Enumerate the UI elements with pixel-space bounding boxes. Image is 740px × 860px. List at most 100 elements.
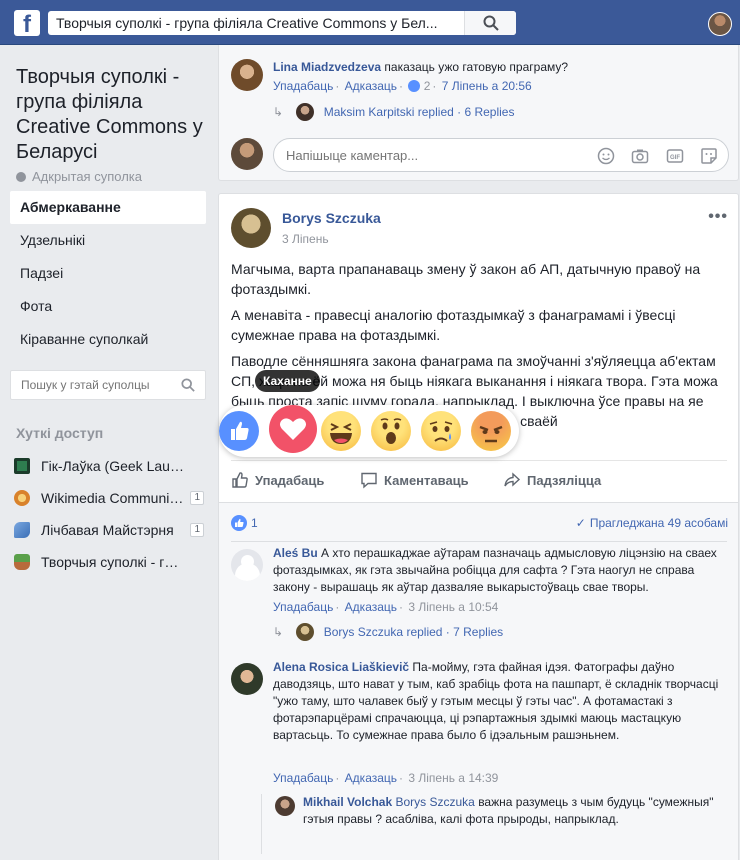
post-author[interactable]: Borys Szczuka: [282, 210, 381, 226]
group-title[interactable]: Творчыя суполкі - група філіяла Creative…: [16, 65, 212, 165]
quick-item-label: Лічбавая Майстэрня: [41, 522, 174, 538]
replies-link-label: Borys Szczuka replied · 7 Replies: [323, 625, 504, 639]
comment-author[interactable]: Alena Rosica Liaškievič: [273, 660, 409, 674]
share-button[interactable]: Падзяліцца: [503, 471, 601, 489]
like-button[interactable]: Упадабаць: [231, 471, 324, 489]
post-paragraph: Магчыма, варта прапанаваць змену ў закон…: [231, 261, 701, 297]
comment-composer: GIF: [273, 138, 729, 172]
reply-comment: Mikhail Volchak Borys Szczuka важна разу…: [303, 794, 723, 828]
camera-icon[interactable]: [631, 147, 649, 170]
group-icon: [14, 490, 30, 506]
comment-author[interactable]: Lina Miadzvedzeva: [273, 60, 381, 74]
search-button[interactable]: [464, 11, 516, 35]
quick-item-digital-workshop[interactable]: Лічбавая Майстэрня 1: [14, 514, 208, 546]
replies-link-label: Maksim Karpitski replied · 6 Replies: [323, 105, 515, 119]
group-icon: [14, 522, 30, 538]
share-icon: [504, 472, 521, 487]
emoji-icon[interactable]: [597, 147, 615, 170]
nav-members[interactable]: Удзельнікі: [10, 224, 206, 257]
avatar: [296, 103, 315, 121]
facebook-logo[interactable]: f: [14, 10, 40, 36]
nav-photos[interactable]: Фота: [10, 290, 206, 323]
comment-text: А хто перашкаджае аўтарам пазначаць адмы…: [273, 546, 717, 594]
comment-meta: Упадабаць · Адказаць · 2 · 7 Ліпень а 20:56: [273, 79, 532, 93]
nav-manage-group[interactable]: Кіраванне суполкай: [10, 323, 206, 356]
search-icon[interactable]: [181, 378, 195, 392]
haha-reaction-icon[interactable]: [321, 411, 361, 451]
avatar[interactable]: [275, 796, 295, 816]
user-avatar[interactable]: [708, 12, 732, 36]
replies-link[interactable]: ↳ Borys Szczuka replied · 7 Replies: [273, 623, 503, 641]
svg-text:GIF: GIF: [670, 155, 680, 161]
composer-icons: GIF: [585, 147, 718, 170]
like-badge-icon: [408, 80, 421, 92]
search-input[interactable]: [48, 11, 468, 35]
nav-events[interactable]: Падзеі: [10, 257, 206, 290]
left-sidebar: Творчыя суполкі - група філіяла Creative…: [0, 45, 218, 860]
group-type-label: Адкрытая суполка: [32, 169, 142, 184]
reaction-summary[interactable]: 1: [231, 515, 258, 531]
wow-reaction-icon[interactable]: [371, 411, 411, 451]
comment-time[interactable]: 7 Ліпень а 20:56: [442, 79, 532, 93]
comment-author[interactable]: Aleś Bu: [273, 546, 318, 560]
quick-item-label: Творчыя суполкі - гру…: [41, 554, 185, 570]
quick-item-creative-groups[interactable]: Творчыя суполкі - гру…: [14, 546, 208, 578]
angry-reaction-icon[interactable]: [471, 411, 511, 451]
comment-input[interactable]: [286, 139, 586, 171]
group-search: [10, 370, 206, 400]
reply-arrow-icon: ↳: [273, 625, 284, 639]
comment-button[interactable]: Каментаваць: [360, 471, 469, 489]
post-paragraph: А менавіта - правесці аналогію фотаздымк…: [231, 307, 676, 343]
sticker-icon[interactable]: [700, 147, 718, 170]
sad-reaction-icon[interactable]: [421, 411, 461, 451]
comment-meta: Упадабаць · Адказаць · 3 Ліпень а 14:39: [273, 771, 499, 785]
thumbs-up-icon: [232, 472, 248, 488]
avatar[interactable]: [231, 208, 271, 248]
comment-time[interactable]: 3 Ліпень а 14:39: [408, 771, 498, 785]
reply-link[interactable]: Адказаць: [345, 79, 397, 93]
like-count: 1: [251, 516, 258, 530]
like-link[interactable]: Упадабаць: [273, 600, 333, 614]
avatar[interactable]: [231, 549, 263, 581]
mention-link[interactable]: Borys Szczuka: [395, 795, 474, 809]
gif-icon[interactable]: GIF: [666, 147, 684, 170]
plant-pot-icon: [14, 554, 30, 570]
previous-post: Lina Miadzvedzeva паказаць ужо гатовую п…: [218, 45, 739, 181]
avatar[interactable]: [231, 663, 263, 695]
like-link[interactable]: Упадабаць: [273, 79, 333, 93]
like-reaction-icon[interactable]: [219, 411, 259, 451]
group-search-input[interactable]: [11, 371, 171, 399]
post-date[interactable]: 3 Ліпень: [282, 232, 329, 246]
post-actions: Упадабаць Каментаваць Падзяліцца: [231, 460, 727, 500]
quick-item-label: Wikimedia Communit…: [41, 490, 185, 506]
quick-access-title: Хуткі доступ: [16, 425, 104, 441]
like-count[interactable]: 2: [424, 79, 431, 93]
comment-icon: [361, 472, 377, 489]
reply-link[interactable]: Адказаць: [345, 771, 397, 785]
comment-text: паказаць ужо гатовую праграму?: [384, 60, 569, 74]
seen-by[interactable]: ✓ Прагледжана 49 асобамі: [576, 516, 728, 530]
quick-access-list: Гік-Лаўка (Geek Lauka) Wikimedia Communi…: [14, 450, 208, 578]
global-search: [48, 11, 516, 35]
share-button-label: Падзяліцца: [527, 473, 602, 488]
comment-time[interactable]: 3 Ліпень а 10:54: [408, 600, 498, 614]
reaction-picker: [219, 405, 519, 457]
comment-author[interactable]: Mikhail Volchak: [303, 795, 392, 809]
group-nav: Абмеркаванне Удзельнікі Падзеі Фота Кіра…: [10, 191, 206, 356]
love-reaction-icon[interactable]: [269, 405, 317, 453]
seen-by-label: Прагледжана 49 асобамі: [589, 516, 728, 530]
like-link[interactable]: Упадабаць: [273, 771, 333, 785]
more-options-icon[interactable]: •••: [708, 208, 728, 226]
avatar: [231, 138, 263, 170]
top-bar: f: [0, 0, 740, 45]
nav-discussion[interactable]: Абмеркаванне: [10, 191, 206, 224]
quick-item-geek-lauka[interactable]: Гік-Лаўка (Geek Lauka): [14, 450, 208, 482]
avatar[interactable]: [231, 59, 263, 91]
comment-meta: Упадабаць · Адказаць · 3 Ліпень а 10:54: [273, 600, 499, 614]
quick-item-wikimedia[interactable]: Wikimedia Communit… 1: [14, 482, 208, 514]
replies-link[interactable]: ↳ Maksim Karpitski replied · 6 Replies: [273, 103, 514, 121]
reply-link[interactable]: Адказаць: [345, 600, 397, 614]
quick-item-label: Гік-Лаўка (Geek Lauka): [41, 458, 185, 474]
like-button-label: Упадабаць: [255, 473, 325, 488]
group-privacy: Адкрытая суполка: [16, 169, 142, 184]
